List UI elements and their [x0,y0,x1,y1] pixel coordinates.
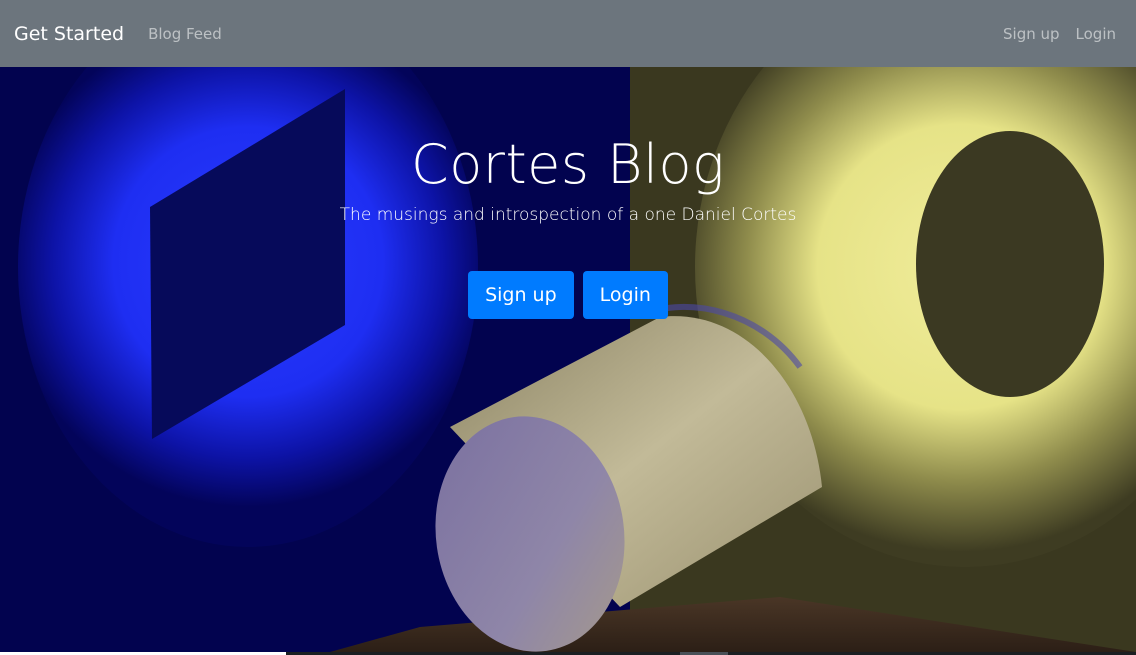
nav-link-blog-feed[interactable]: Blog Feed [148,25,222,43]
hero-section: Cortes Blog The musings and introspectio… [0,67,1136,652]
sign-up-button[interactable]: Sign up [468,271,574,319]
nav-right-group: Sign up Login [987,25,1122,43]
nav-link-sign-up[interactable]: Sign up [1003,25,1060,43]
top-navbar: Get Started Blog Feed Sign up Login [0,0,1136,67]
login-button[interactable]: Login [582,271,668,319]
hero-content: Cortes Blog The musings and introspectio… [0,67,1136,319]
brand-link[interactable]: Get Started [14,23,124,45]
page-subtitle: The musings and introspection of a one D… [339,205,797,225]
page-title: Cortes Blog [411,133,725,196]
hero-button-group: Sign up Login [0,271,1136,319]
nav-link-login[interactable]: Login [1076,25,1116,43]
